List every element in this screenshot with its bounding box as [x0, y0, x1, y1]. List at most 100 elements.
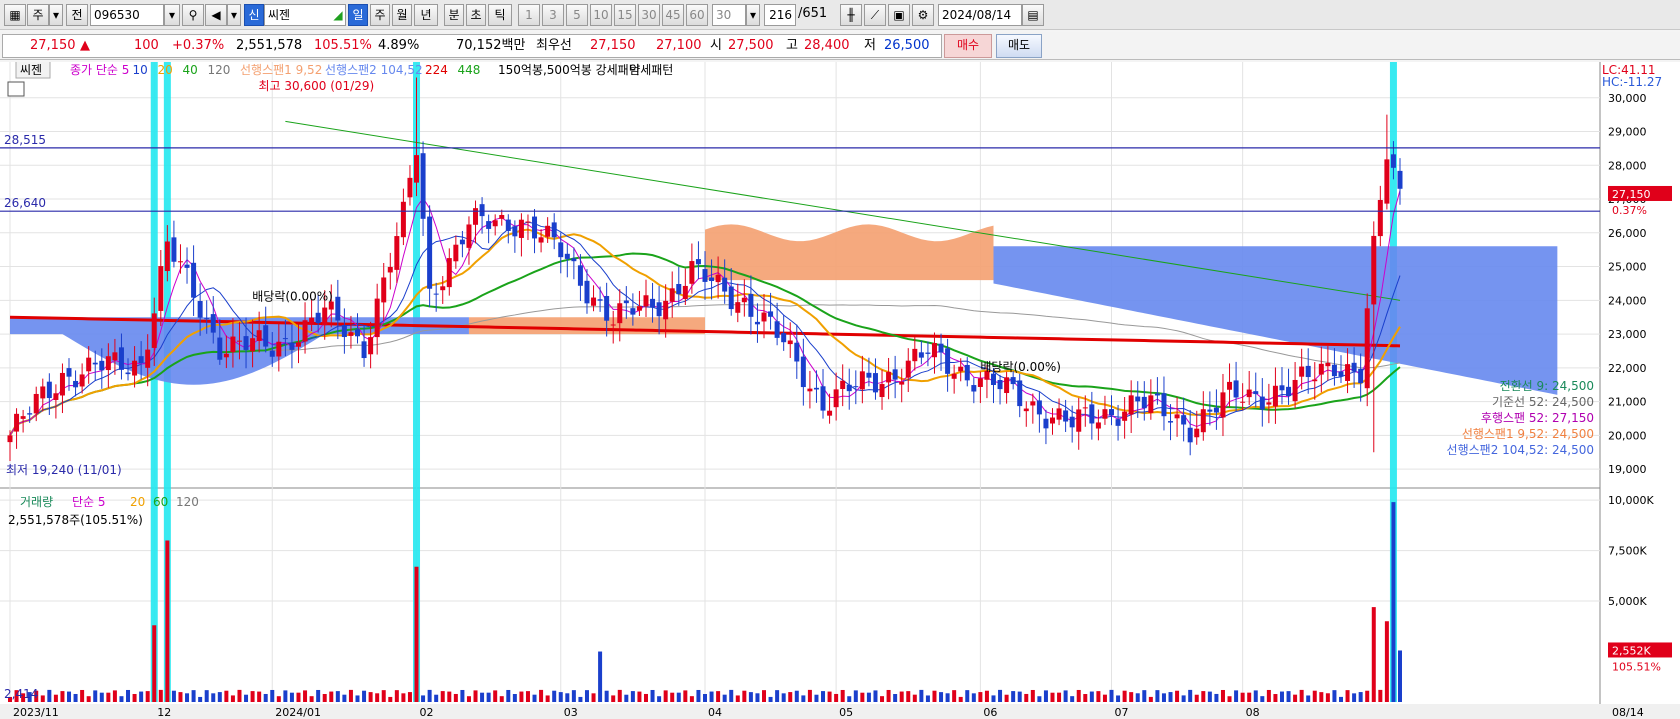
menu-icon[interactable]: ▦	[4, 4, 26, 26]
interval-5-button[interactable]: 5	[566, 4, 588, 26]
volume-bar	[250, 691, 255, 702]
candle-body	[800, 356, 806, 388]
best-ask: 27,150	[590, 38, 636, 53]
candle-body	[722, 277, 728, 292]
candle-body	[459, 239, 465, 245]
interval-45-button[interactable]: 45	[662, 4, 684, 26]
volume-bar	[991, 695, 996, 702]
volume-bar	[611, 695, 616, 702]
candle-body	[1240, 401, 1246, 403]
volume-bar	[322, 693, 327, 702]
candle-body	[223, 353, 229, 358]
gear-icon[interactable]: ⚙	[912, 4, 934, 26]
period-type-button[interactable]: 주	[27, 4, 49, 26]
volume-bar	[158, 689, 163, 702]
candle-body	[1292, 379, 1298, 402]
volume-bar	[80, 689, 85, 702]
interval-30-button[interactable]: 30	[638, 4, 660, 26]
candle-body	[623, 300, 629, 304]
volume-bar	[742, 690, 747, 702]
candle-body	[1220, 392, 1226, 418]
volume-bar	[421, 695, 426, 702]
period-week-button[interactable]: 주	[370, 4, 390, 26]
candle-body	[66, 368, 72, 377]
page-input[interactable]: 216	[764, 4, 796, 26]
candle-body	[295, 342, 301, 347]
period-second-button[interactable]: 초	[466, 4, 486, 26]
volume-bar	[807, 689, 812, 702]
volume-bar	[53, 694, 58, 702]
date-tick-label: 12	[157, 706, 171, 719]
indicator-icon[interactable]: ⟋	[864, 4, 886, 26]
volume-bar	[1076, 689, 1081, 702]
date-tick-label: 06	[983, 706, 997, 719]
chevron-down-icon[interactable]: ▾	[164, 4, 180, 26]
calendar-icon[interactable]: ▤	[1022, 4, 1044, 26]
volume-bar	[584, 690, 589, 702]
save-icon[interactable]: ▣	[888, 4, 910, 26]
volume-bar	[1365, 690, 1370, 702]
interval-10-button[interactable]: 10	[590, 4, 612, 26]
candle-body	[1266, 402, 1272, 405]
period-day-button[interactable]: 일	[348, 4, 368, 26]
current-price: 27,150	[30, 38, 76, 53]
volume-bar	[296, 692, 301, 702]
volume-bar	[689, 696, 694, 702]
volume-bar	[958, 696, 963, 702]
interval-3-button[interactable]: 3	[542, 4, 564, 26]
date-tick-label: 04	[708, 706, 722, 719]
buy-button[interactable]: 매수	[944, 34, 992, 58]
interval-1-button[interactable]: 1	[518, 4, 540, 26]
candle-body	[355, 329, 360, 337]
candle-body	[643, 295, 649, 307]
period-year-button[interactable]: 년	[414, 4, 438, 26]
sell-button[interactable]: 매도	[996, 34, 1042, 58]
hc-label: HC:-11.27	[1602, 75, 1662, 89]
candle-body	[1194, 428, 1200, 438]
stock-code-input[interactable]: 096530	[90, 4, 164, 26]
volume-bar	[650, 689, 655, 702]
dividend-note: 배당락(0.00%)	[252, 289, 333, 303]
volume-bar	[604, 690, 609, 702]
volume-bar	[217, 692, 222, 702]
candle-body	[1122, 411, 1128, 421]
candle-body	[1161, 393, 1167, 417]
period-minute-button[interactable]: 분	[444, 4, 464, 26]
volume-bar	[1181, 695, 1186, 702]
volume-bar	[683, 690, 688, 702]
candle-body	[636, 306, 642, 311]
volume-bar	[775, 690, 780, 702]
interval-15-button[interactable]: 15	[614, 4, 636, 26]
candle-body	[925, 352, 931, 354]
chevron-down-icon[interactable]: ▾	[49, 4, 63, 26]
period-month-button[interactable]: 월	[392, 4, 412, 26]
candle-body	[1305, 365, 1311, 378]
date-input[interactable]: 2024/08/14	[938, 4, 1022, 26]
volume-bar	[519, 691, 524, 702]
candle-body	[990, 373, 996, 385]
period-tick-button[interactable]: 틱	[488, 4, 512, 26]
candle-body	[1095, 422, 1101, 429]
candle-body	[774, 321, 780, 338]
volume-bar	[1378, 689, 1383, 702]
best-bid: 27,100	[656, 38, 702, 53]
volume-bar	[185, 693, 190, 702]
stock-chart[interactable]: 19,000 20,000 21,000 22,000 23,000 24,000 25,0…	[0, 62, 1680, 719]
speaker-icon[interactable]: ◀	[205, 4, 227, 26]
prev-button[interactable]: 전	[66, 4, 88, 26]
chevron-down-icon[interactable]: ▾	[227, 4, 241, 26]
candle-body	[177, 261, 183, 263]
volume-bar	[1319, 692, 1324, 702]
candle-body	[676, 283, 682, 295]
candle-settings-icon[interactable]: ╫	[840, 4, 862, 26]
candle-body	[1128, 395, 1134, 415]
chevron-down-icon[interactable]: ▾	[746, 4, 760, 26]
interval-60-button[interactable]: 60	[686, 4, 708, 26]
search-icon[interactable]: ⚲	[182, 4, 204, 26]
candle-body	[427, 216, 433, 289]
candle-body	[813, 387, 819, 390]
interval-select[interactable]: 30	[712, 4, 746, 26]
candle-body	[1312, 379, 1318, 382]
volume-bar	[762, 690, 767, 702]
candle-body	[695, 259, 701, 265]
